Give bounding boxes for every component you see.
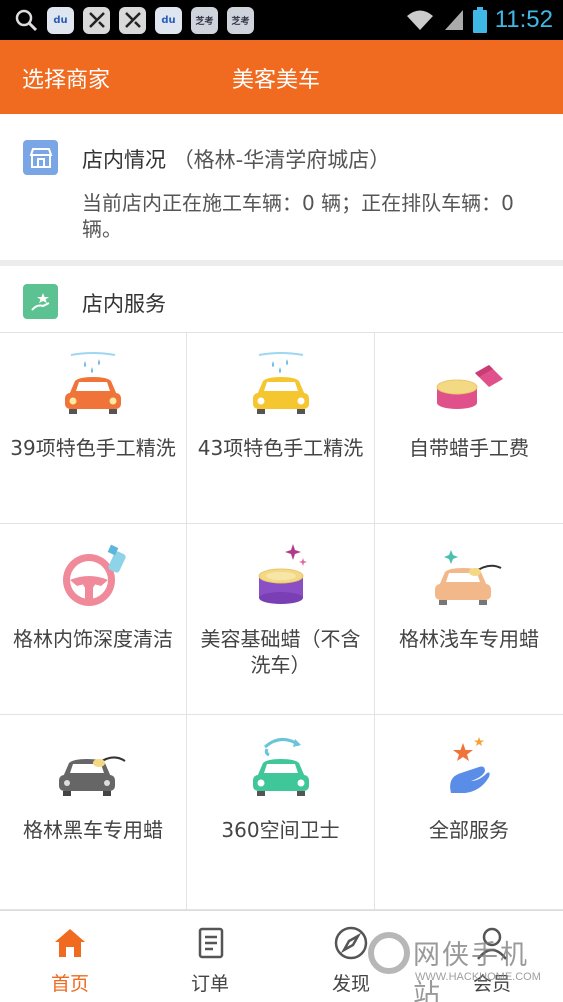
nav-label: 订单 <box>190 973 229 995</box>
baidu-app-icon-2: du <box>155 6 182 34</box>
car-360-icon <box>252 738 309 796</box>
services-header: 店内服务 <box>0 266 563 333</box>
select-merchant-button[interactable]: 选择商家 <box>22 62 110 94</box>
nav-orders[interactable]: 订单 <box>140 911 280 1002</box>
service-item-all[interactable]: 全部服务 <box>375 715 563 910</box>
tool-app-icon-1 <box>83 6 110 34</box>
signal-icon <box>444 10 463 30</box>
clock: 11:52 <box>494 6 553 33</box>
zhikao-app-icon-2: 芝考 <box>227 6 254 34</box>
wax-jar-icon <box>436 365 503 409</box>
service-item-dark-car-wax[interactable]: 格林黑车专用蜡 <box>0 715 187 910</box>
service-label: 全部服务 <box>429 818 509 842</box>
title-bar: 选择商家 美客美车 <box>0 40 563 114</box>
store-status-info: 当前店内正在施工车辆：0 辆；正在排队车辆：0 辆。 <box>82 191 514 241</box>
service-label: 360空间卫士 <box>221 818 340 842</box>
store-name: （格林-华清学府城店） <box>172 148 391 172</box>
service-label: 格林黑车专用蜡 <box>23 818 163 842</box>
services-section: 店内服务 39项特色手工精洗 43项特色手工精洗 自带蜡手工费 格林内饰深度清洁… <box>0 266 563 910</box>
nav-label: 会员 <box>472 973 511 995</box>
store-icon <box>23 140 58 175</box>
service-item-43-wash[interactable]: 43项特色手工精洗 <box>187 333 375 524</box>
all-services-icon <box>450 737 490 793</box>
member-icon <box>477 927 507 960</box>
home-icon <box>55 929 85 957</box>
baidu-app-icon: du <box>47 6 74 34</box>
store-status-label: 店内情况 <box>82 148 166 172</box>
service-item-light-car-wax[interactable]: 格林浅车专用蜡 <box>375 524 563 715</box>
status-bar: du du 芝考 芝考 11:52 <box>0 0 563 40</box>
dark-car-polish-icon <box>59 756 126 796</box>
services-title: 店内服务 <box>82 292 166 316</box>
steering-wheel-spray-icon <box>63 544 126 606</box>
nav-member[interactable]: 会员 <box>422 911 562 1002</box>
orders-icon <box>198 927 224 959</box>
service-label: 39项特色手工精洗 <box>10 436 176 460</box>
service-item-own-wax[interactable]: 自带蜡手工费 <box>375 333 563 524</box>
search-icon <box>15 9 38 32</box>
hand-star-icon <box>23 284 58 319</box>
service-label: 格林浅车专用蜡 <box>399 627 539 651</box>
car-wash-yellow-icon <box>252 352 309 414</box>
store-status-card: 店内情况 （格林-华清学府城店） 当前店内正在施工车辆：0 辆；正在排队车辆：0… <box>0 114 563 260</box>
nav-discover[interactable]: 发现 <box>281 911 421 1002</box>
service-item-360-guard[interactable]: 360空间卫士 <box>187 715 375 910</box>
tool-app-icon-2 <box>119 6 146 34</box>
wifi-icon <box>406 10 433 30</box>
nav-home[interactable]: 首页 <box>0 911 140 1002</box>
service-label: 格林内饰深度清洁 <box>13 627 173 651</box>
service-item-39-wash[interactable]: 39项特色手工精洗 <box>0 333 187 524</box>
service-label: 自带蜡手工费 <box>409 436 529 460</box>
service-item-basic-wax[interactable]: 美容基础蜡（不含洗车） <box>187 524 375 715</box>
compass-icon <box>334 926 368 960</box>
nav-label: 首页 <box>50 973 89 995</box>
service-item-interior-clean[interactable]: 格林内饰深度清洁 <box>0 524 187 715</box>
battery-icon <box>472 7 487 33</box>
wax-tin-icon <box>258 544 307 604</box>
car-wash-orange-icon <box>65 352 121 414</box>
page-title: 美客美车 <box>232 68 321 93</box>
light-car-polish-icon <box>435 550 502 605</box>
service-label: 美容基础蜡（不含洗车） <box>200 627 361 677</box>
store-status-title: 店内情况 （格林-华清学府城店） <box>82 144 390 174</box>
nav-label: 发现 <box>331 973 370 995</box>
bottom-nav: 首页 订单 发现 会员 网侠手机站 WWW.HACKHOME.COM <box>0 910 563 1002</box>
services-grid: 39项特色手工精洗 43项特色手工精洗 自带蜡手工费 格林内饰深度清洁 美容基础… <box>0 333 563 910</box>
service-label: 43项特色手工精洗 <box>197 436 364 460</box>
zhikao-app-icon-1: 芝考 <box>191 6 218 34</box>
